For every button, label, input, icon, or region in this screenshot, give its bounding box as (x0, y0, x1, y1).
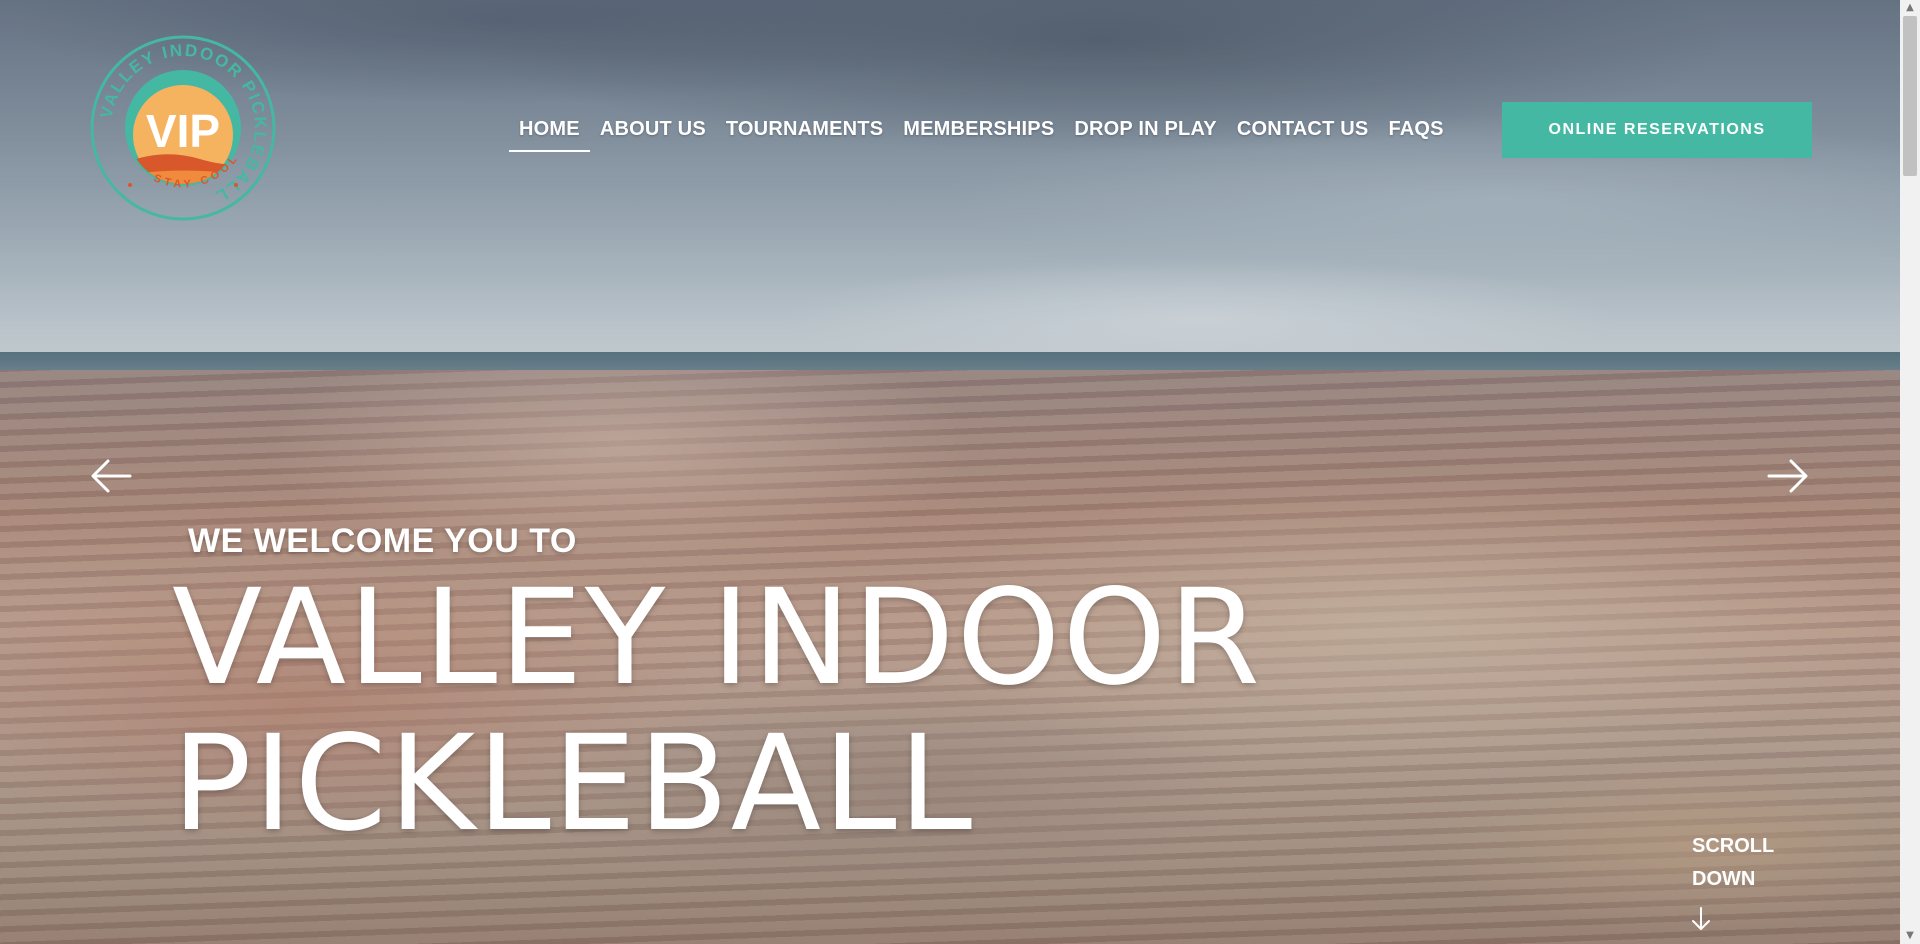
slider-prev-button[interactable] (88, 456, 134, 496)
hero-title-line-1: VALLEY INDOOR (172, 561, 1263, 715)
main-nav: HOME ABOUT US TOURNAMENTS MEMBERSHIPS DR… (509, 116, 1454, 152)
nav-item-contact-us[interactable]: CONTACT US (1227, 116, 1379, 152)
nav-item-tournaments[interactable]: TOURNAMENTS (716, 116, 893, 152)
nav-item-about-us[interactable]: ABOUT US (590, 116, 716, 152)
scroll-down-label-1: SCROLL (1692, 835, 1775, 857)
hero-title: VALLEY INDOOR PICKLEBALL (172, 565, 1372, 857)
arrow-right-icon (1767, 459, 1808, 493)
hero-title-line-2: PICKLEBALL (172, 707, 975, 861)
page-scrollbar[interactable]: ▲ ▼ (1900, 0, 1920, 944)
slider-next-button[interactable] (1765, 456, 1811, 496)
nav-item-faqs[interactable]: FAQS (1378, 116, 1453, 152)
arrow-down-icon[interactable] (1690, 906, 1712, 932)
vip-logo-icon: VALLEY INDOOR PICKLEBALL VIP STAY COOL (90, 35, 276, 221)
scroll-down-label-2: DOWN (1692, 868, 1756, 890)
scrollbar-thumb[interactable] (1903, 16, 1917, 176)
scroll-up-icon[interactable]: ▲ (1900, 0, 1920, 16)
nav-item-drop-in-play[interactable]: DROP IN PLAY (1064, 116, 1226, 152)
hero-subtitle: WE WELCOME YOU TO (188, 522, 577, 560)
online-reservations-button[interactable]: ONLINE RESERVATIONS (1502, 102, 1812, 158)
scroll-down-icon[interactable]: ▼ (1900, 928, 1920, 944)
scroll-down-link[interactable]: SCROLL DOWN (1692, 830, 1774, 896)
site-logo[interactable]: VALLEY INDOOR PICKLEBALL VIP STAY COOL (90, 35, 276, 221)
nav-item-home[interactable]: HOME (509, 116, 590, 152)
hero-section: VALLEY INDOOR PICKLEBALL VIP STAY COOL H… (0, 0, 1900, 944)
svg-text:VIP: VIP (146, 105, 220, 157)
nav-item-memberships[interactable]: MEMBERSHIPS (893, 116, 1064, 152)
arrow-left-icon (91, 459, 132, 493)
